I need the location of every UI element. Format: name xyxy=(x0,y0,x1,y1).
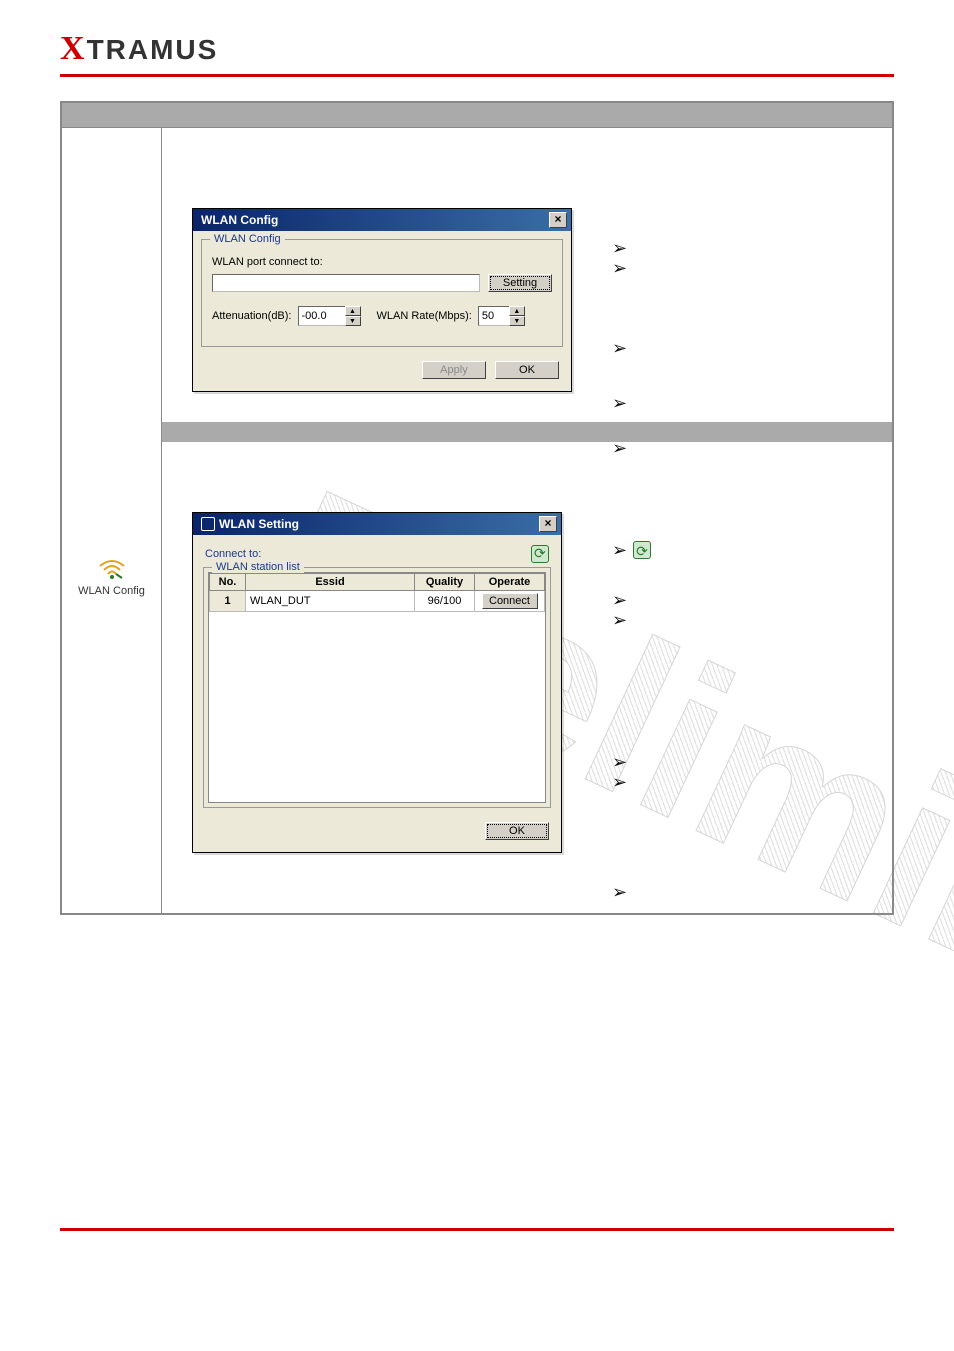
cell-quality: 96/100 xyxy=(415,591,475,612)
dialog1-fieldset: WLAN Config WLAN port connect to: Settin… xyxy=(201,239,563,347)
right-column: Preliminary WLAN Config × WLAN Config WL… xyxy=(162,128,892,913)
wlan-config-dialog: WLAN Config × WLAN Config WLAN port conn… xyxy=(192,208,572,392)
arrow-icon: ➢ xyxy=(612,610,627,630)
arrow-icon: ➢ xyxy=(612,338,627,358)
table-row[interactable]: 1 WLAN_DUT 96/100 Connect xyxy=(210,591,545,612)
arrow-icon: ➢ xyxy=(612,590,627,610)
col-essid: Essid xyxy=(246,574,415,591)
table-header-row: No. Essid Quality Operate xyxy=(210,574,545,591)
rate-label: WLAN Rate(Mbps): xyxy=(377,310,472,322)
atten-label: Attenuation(dB): xyxy=(212,310,292,322)
atten-down-icon[interactable]: ▼ xyxy=(345,316,361,326)
arrow-icon: ➢ xyxy=(612,238,627,258)
dialog-icon xyxy=(201,517,215,531)
section-divider xyxy=(162,422,892,442)
footer-divider xyxy=(60,1228,894,1231)
rate-stepper[interactable]: ▲ ▼ xyxy=(478,306,525,326)
atten-input[interactable] xyxy=(298,306,346,326)
col-no: No. xyxy=(210,574,246,591)
content-frame: WLAN Config Preliminary xyxy=(60,101,894,915)
refresh-icon xyxy=(633,541,651,559)
dialog1-titlebar[interactable]: WLAN Config × xyxy=(193,209,571,231)
station-list-legend: WLAN station list xyxy=(212,561,304,573)
ok-button[interactable]: OK xyxy=(485,822,549,840)
frame-top-bar xyxy=(62,103,892,127)
logo: XTRAMUS xyxy=(60,30,894,68)
close-icon[interactable]: × xyxy=(549,212,567,228)
close-icon[interactable]: × xyxy=(539,516,557,532)
station-list-fieldset: WLAN station list No. Essid Quality Oper xyxy=(203,567,551,808)
port-label: WLAN port connect to: xyxy=(212,256,552,268)
dialog2-titlebar[interactable]: WLAN Setting × xyxy=(193,513,561,535)
arrow-icon: ➢ xyxy=(612,438,627,458)
rate-down-icon[interactable]: ▼ xyxy=(509,316,525,326)
arrow-icon: ➢ xyxy=(612,540,627,560)
cell-essid: WLAN_DUT xyxy=(246,591,415,612)
rate-up-icon[interactable]: ▲ xyxy=(509,306,525,316)
cell-operate: Connect xyxy=(475,591,545,612)
dialog1-title: WLAN Config xyxy=(201,213,278,227)
logo-rest: TRAMUS xyxy=(87,34,219,65)
apply-button[interactable]: Apply xyxy=(422,361,486,379)
wlan-config-icon[interactable]: WLAN Config xyxy=(62,558,161,597)
connect-label: Connect to: xyxy=(205,548,261,560)
arrow-icon: ➢ xyxy=(612,882,627,902)
arrow-icon: ➢ xyxy=(612,752,627,772)
atten-stepper[interactable]: ▲ ▼ xyxy=(298,306,361,326)
setting-button[interactable]: Setting xyxy=(488,274,552,292)
dialog2-title: WLAN Setting xyxy=(219,517,299,531)
arrow-icon: ➢ xyxy=(612,772,627,792)
port-input[interactable] xyxy=(212,274,480,292)
station-table: No. Essid Quality Operate 1 xyxy=(208,572,546,803)
wifi-icon xyxy=(98,558,126,580)
refresh-icon[interactable] xyxy=(531,545,549,563)
header-divider xyxy=(60,74,894,77)
atten-up-icon[interactable]: ▲ xyxy=(345,306,361,316)
wlan-setting-dialog: WLAN Setting × Connect to: WLAN station … xyxy=(192,512,562,853)
cell-no: 1 xyxy=(210,591,246,612)
wlan-config-label: WLAN Config xyxy=(62,585,161,597)
connect-button[interactable]: Connect xyxy=(482,593,538,609)
logo-x: X xyxy=(60,30,87,67)
arrow-icon: ➢ xyxy=(612,258,627,278)
left-column: WLAN Config xyxy=(62,128,162,913)
rate-input[interactable] xyxy=(478,306,510,326)
dialog1-legend: WLAN Config xyxy=(210,233,285,245)
col-quality: Quality xyxy=(415,574,475,591)
arrow-icon: ➢ xyxy=(612,393,627,413)
col-operate: Operate xyxy=(475,574,545,591)
ok-button[interactable]: OK xyxy=(495,361,559,379)
